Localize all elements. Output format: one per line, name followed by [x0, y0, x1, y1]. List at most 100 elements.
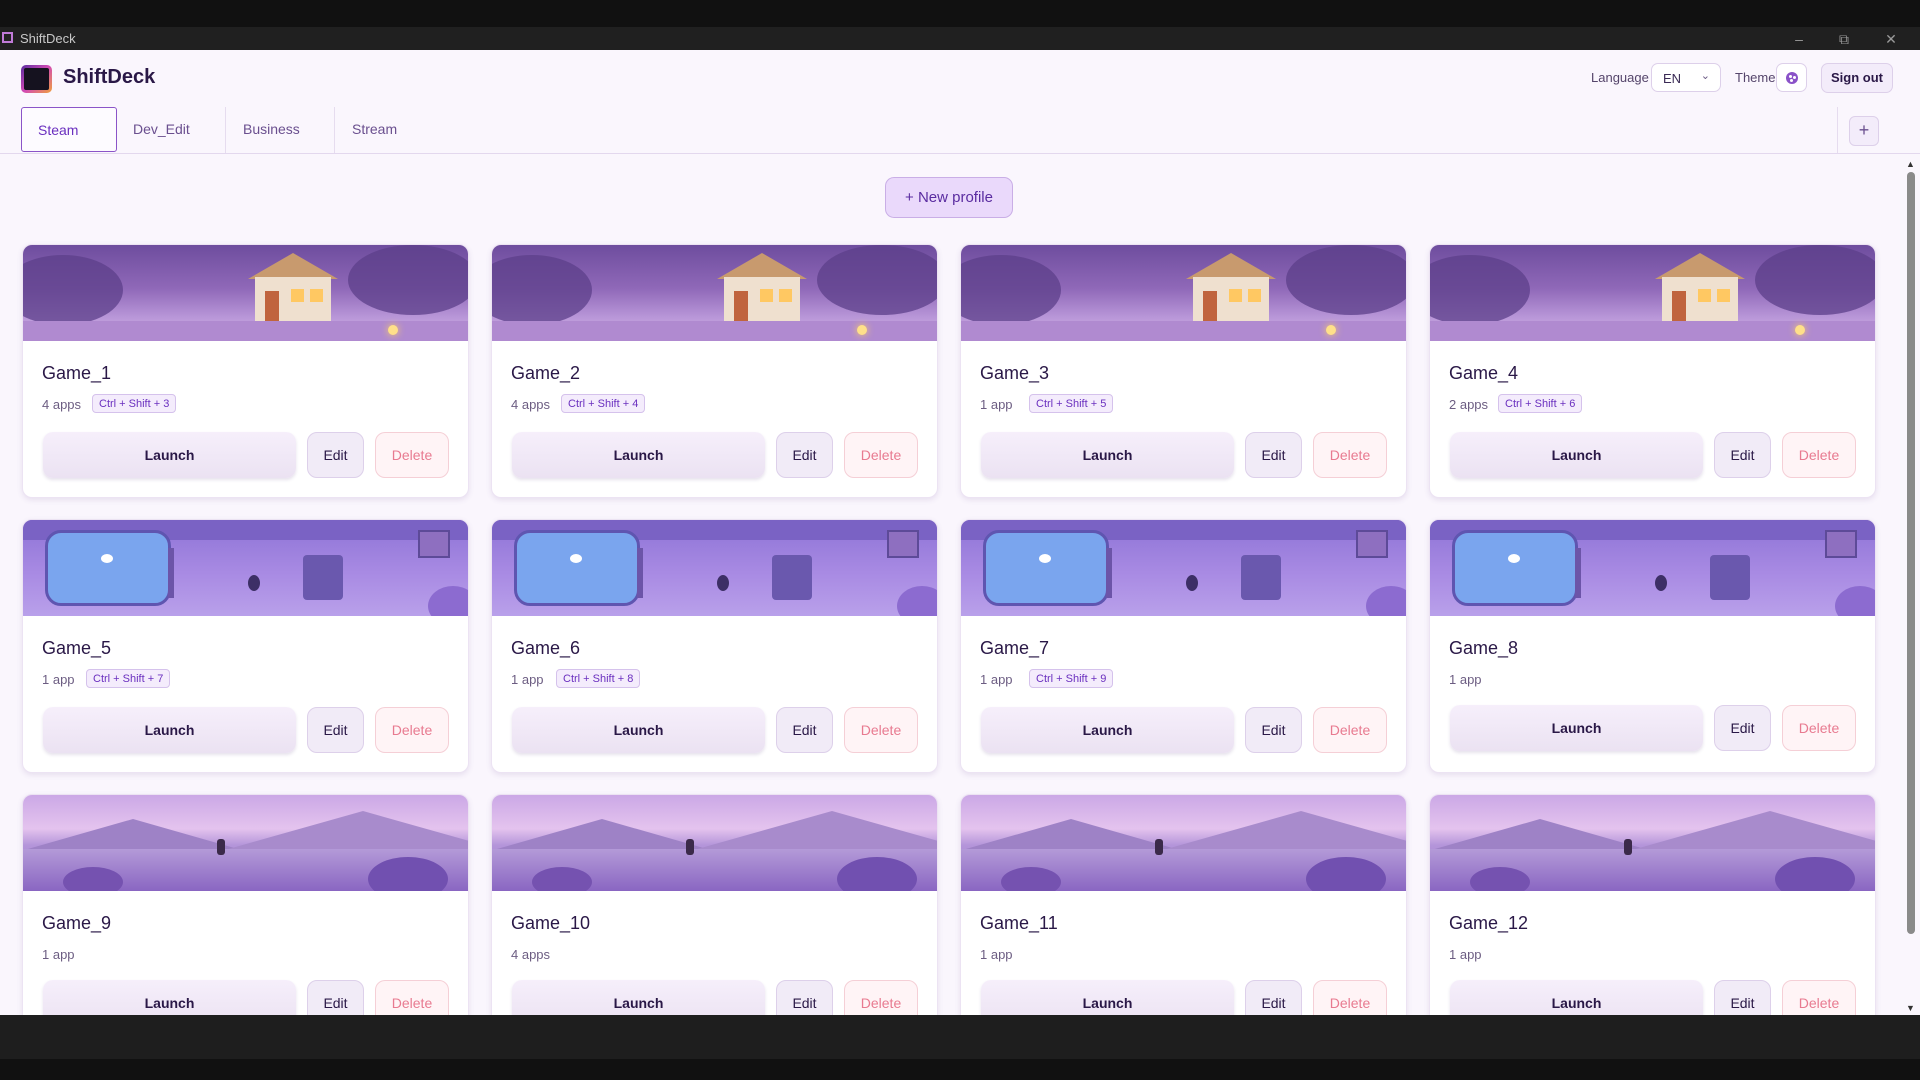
minimize-icon[interactable]: –: [1784, 29, 1814, 49]
launch-button[interactable]: Launch: [1450, 980, 1703, 1015]
language-label: Language: [1591, 70, 1649, 85]
profile-title: Game_5: [42, 638, 112, 658]
profile-shortcut-badge: Ctrl + Shift + 4: [561, 394, 646, 413]
theme-label: Theme: [1735, 70, 1776, 85]
profile-app-count: 1 app: [980, 947, 1013, 962]
edit-button[interactable]: Edit: [1714, 432, 1771, 478]
launch-button[interactable]: Launch: [981, 707, 1234, 753]
profile-title: Game_6: [511, 638, 581, 658]
delete-button[interactable]: Delete: [375, 980, 449, 1015]
brand-name: ShiftDeck: [63, 66, 156, 88]
profile-card: Game_1 4 apps Ctrl + Shift + 3 Launch Edit De…: [22, 244, 469, 498]
delete-button[interactable]: Delete: [375, 432, 449, 478]
profile-shortcut-badge: Ctrl + Shift + 6: [1498, 394, 1583, 413]
profile-title: Game_4: [1449, 363, 1519, 383]
edit-button[interactable]: Edit: [307, 980, 364, 1015]
edit-button[interactable]: Edit: [307, 432, 364, 478]
scroll-down-icon[interactable]: ▼: [1906, 1003, 1915, 1013]
delete-button[interactable]: Delete: [1313, 980, 1387, 1015]
tab-steam[interactable]: Steam: [21, 107, 117, 152]
profile-title: Game_1: [42, 363, 112, 383]
delete-button[interactable]: Delete: [1782, 705, 1856, 751]
edit-button[interactable]: Edit: [776, 707, 833, 753]
profile-app-count: 1 app: [511, 672, 544, 687]
launch-button[interactable]: Launch: [43, 432, 296, 478]
profile-app-count: 4 apps: [511, 397, 551, 412]
profile-card: Game_10 4 apps Launch Edit Delete: [491, 794, 938, 1015]
launch-button[interactable]: Launch: [43, 707, 296, 753]
launch-button[interactable]: Launch: [512, 432, 765, 478]
profile-card: Game_7 1 app Ctrl + Shift + 9 Launch Edit Del…: [960, 519, 1407, 773]
profile-app-count: 1 app: [1449, 947, 1482, 962]
profile-banner-image: [23, 245, 468, 341]
top-system-bar: [0, 0, 1920, 27]
palette-icon: [1786, 72, 1798, 84]
profile-title: Game_12: [1449, 913, 1529, 933]
profile-app-count: 1 app: [980, 397, 1013, 412]
profile-title: Game_11: [980, 913, 1058, 933]
profile-app-count: 1 app: [42, 672, 75, 687]
launch-button[interactable]: Launch: [43, 980, 296, 1015]
edit-button[interactable]: Edit: [1714, 980, 1771, 1015]
launch-button[interactable]: Launch: [512, 707, 765, 753]
app-window: ShiftDeck Language EN ⌄ Theme Sign out S…: [0, 50, 1920, 1015]
edit-button[interactable]: Edit: [1245, 707, 1302, 753]
launch-button[interactable]: Launch: [981, 432, 1234, 478]
edit-button[interactable]: Edit: [1245, 432, 1302, 478]
chevron-down-icon: ⌄: [1700, 70, 1710, 82]
delete-button[interactable]: Delete: [1313, 432, 1387, 478]
vertical-scrollbar[interactable]: ▲ ▼: [1902, 157, 1920, 1015]
tab-stream[interactable]: Stream: [352, 107, 397, 152]
language-value: EN: [1663, 71, 1682, 86]
profile-title: Game_7: [980, 638, 1050, 658]
edit-button[interactable]: Edit: [307, 707, 364, 753]
delete-button[interactable]: Delete: [1782, 980, 1856, 1015]
edit-button[interactable]: Edit: [1714, 705, 1771, 751]
tab-dev-edit[interactable]: Dev_Edit: [133, 107, 190, 152]
profile-banner-image: [1430, 795, 1875, 891]
sign-out-button[interactable]: Sign out: [1821, 63, 1893, 93]
delete-button[interactable]: Delete: [844, 432, 918, 478]
taskbar: [0, 1015, 1920, 1080]
shiftdeck-logo-icon: [21, 65, 52, 93]
theme-button[interactable]: [1776, 63, 1807, 92]
profile-banner-image: [23, 795, 468, 891]
profile-card: Game_6 1 app Ctrl + Shift + 8 Launch Edit Del…: [491, 519, 938, 773]
profile-shortcut-badge: Ctrl + Shift + 3: [92, 394, 177, 413]
tab-divider: [334, 107, 335, 153]
profile-banner-image: [492, 795, 937, 891]
delete-button[interactable]: Delete: [375, 707, 449, 753]
delete-button[interactable]: Delete: [1782, 432, 1856, 478]
launch-button[interactable]: Launch: [1450, 705, 1703, 751]
tab-business[interactable]: Business: [243, 107, 300, 152]
profile-card: Game_2 4 apps Ctrl + Shift + 4 Launch Edit De…: [491, 244, 938, 498]
delete-button[interactable]: Delete: [1313, 707, 1387, 753]
edit-button[interactable]: Edit: [1245, 980, 1302, 1015]
close-icon[interactable]: ✕: [1876, 29, 1906, 49]
add-tab-button[interactable]: +: [1849, 116, 1879, 146]
launch-button[interactable]: Launch: [512, 980, 765, 1015]
delete-button[interactable]: Delete: [844, 980, 918, 1015]
edit-button[interactable]: Edit: [776, 980, 833, 1015]
language-select[interactable]: EN ⌄: [1651, 63, 1721, 92]
profile-app-count: 2 apps: [1449, 397, 1489, 412]
profile-app-count: 4 apps: [42, 397, 82, 412]
profile-banner-image: [492, 245, 937, 341]
scroll-up-icon[interactable]: ▲: [1906, 159, 1915, 169]
launch-button[interactable]: Launch: [981, 980, 1234, 1015]
scrollbar-thumb[interactable]: [1907, 172, 1915, 934]
tab-divider: [1837, 107, 1838, 153]
restore-icon[interactable]: ⧉: [1829, 29, 1859, 49]
delete-button[interactable]: Delete: [844, 707, 918, 753]
profile-banner-image: [961, 245, 1406, 341]
profile-shortcut-badge: Ctrl + Shift + 7: [86, 669, 171, 688]
profile-title: Game_2: [511, 363, 581, 383]
profile-banner-image: [1430, 245, 1875, 341]
launch-button[interactable]: Launch: [1450, 432, 1703, 478]
profile-app-count: 1 app: [42, 947, 75, 962]
profile-app-count: 1 app: [980, 672, 1013, 687]
new-profile-button[interactable]: + New profile: [885, 177, 1013, 218]
window-title: ShiftDeck: [20, 31, 76, 46]
edit-button[interactable]: Edit: [776, 432, 833, 478]
tab-divider: [225, 107, 226, 153]
